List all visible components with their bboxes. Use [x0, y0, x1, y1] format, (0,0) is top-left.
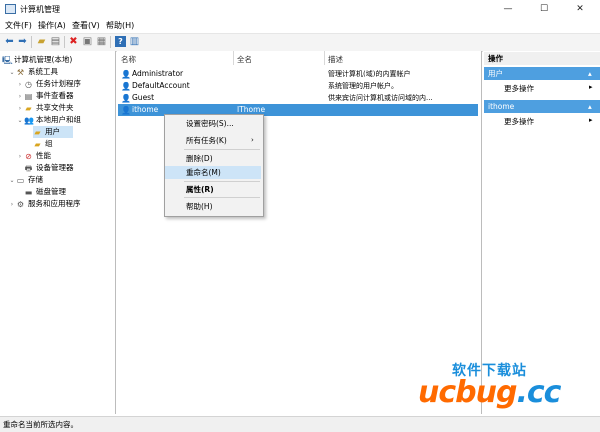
- cell-name: Administrator: [132, 69, 184, 78]
- user-icon: 👤: [121, 82, 131, 91]
- folder-icon: ▰: [34, 140, 41, 149]
- menu-item-all-tasks[interactable]: 所有任务(K) ›: [165, 134, 261, 147]
- status-text: 重命名当前所选内容。: [3, 420, 78, 429]
- disk-icon: ▬: [24, 188, 33, 197]
- menu-item-rename[interactable]: 重命名(M): [165, 166, 261, 179]
- services-icon: ⚙: [16, 200, 25, 209]
- column-fullname[interactable]: 全名: [237, 54, 252, 66]
- chevron-right-icon[interactable]: ▸: [589, 116, 593, 124]
- collapse-up-icon[interactable]: ▴: [588, 67, 592, 80]
- computer-icon: 🖳: [2, 56, 13, 65]
- tree-local-users[interactable]: ⌄👥 本地用户和组: [16, 114, 81, 126]
- column-divider[interactable]: [324, 51, 325, 65]
- tools-icon: ⚒: [16, 68, 25, 77]
- column-divider[interactable]: [233, 51, 234, 65]
- tree-storage[interactable]: ⌄ ▭ 存储: [8, 174, 43, 186]
- chevron-right-icon[interactable]: ›: [16, 151, 24, 163]
- device-manager-icon: 🖶: [24, 164, 33, 173]
- delete-icon[interactable]: ✖: [68, 36, 79, 47]
- minimize-button[interactable]: —: [490, 0, 526, 18]
- show-hide-icon[interactable]: ▥: [129, 36, 140, 47]
- cell-description: 系统管理的用户帐户。: [328, 82, 398, 90]
- tree-groups[interactable]: ▰ 组: [33, 138, 52, 150]
- user-icon: 👤: [121, 94, 131, 103]
- menu-view[interactable]: 查看(V): [72, 20, 100, 31]
- cell-name: DefaultAccount: [132, 81, 190, 90]
- menu-item-set-password[interactable]: 设置密码(S)...: [165, 117, 261, 130]
- storage-icon: ▭: [16, 176, 25, 185]
- window-title: 计算机管理: [20, 5, 60, 14]
- chevron-down-icon[interactable]: ⌄: [8, 67, 16, 79]
- actions-section-ithome[interactable]: ithome ▴: [484, 100, 600, 113]
- user-icon: 👤: [121, 106, 131, 115]
- close-button[interactable]: ✕: [562, 0, 598, 18]
- chevron-right-icon: ›: [251, 136, 254, 144]
- cell-name: ithome: [132, 105, 159, 114]
- tree-services[interactable]: › ⚙ 服务和应用程序: [8, 198, 81, 210]
- tree-device-manager[interactable]: 🖶 设备管理器: [24, 162, 74, 174]
- toolbar-separator: [64, 36, 65, 48]
- action-more-actions[interactable]: 更多操作: [504, 116, 534, 127]
- cell-name: Guest: [132, 93, 155, 102]
- back-icon[interactable]: ⬅: [4, 36, 15, 47]
- tree-users[interactable]: ▰ 用户: [33, 126, 73, 138]
- menu-item-help[interactable]: 帮助(H): [165, 200, 261, 213]
- tree-performance[interactable]: › ⊘ 性能: [16, 150, 51, 162]
- toolbar-separator: [31, 36, 32, 48]
- folder-icon: ▰: [34, 128, 41, 137]
- up-folder-icon[interactable]: ▰: [36, 36, 47, 47]
- tree-disk-management[interactable]: ▬ 磁盘管理: [24, 186, 66, 198]
- cell-description: 管理计算机(域)的内置帐户: [328, 70, 411, 78]
- forward-icon[interactable]: ➡: [17, 36, 28, 47]
- chevron-down-icon[interactable]: ⌄: [8, 175, 16, 187]
- menu-item-delete[interactable]: 删除(D): [165, 152, 261, 165]
- shared-folder-icon: ▰: [25, 104, 32, 113]
- app-icon: [5, 4, 16, 14]
- watermark-logo: ucbug.cc: [418, 375, 561, 410]
- help-icon[interactable]: ?: [115, 36, 126, 47]
- tree-root[interactable]: 🖳计算机管理(本地): [2, 54, 72, 66]
- export-icon[interactable]: ▦: [96, 36, 107, 47]
- toolbar-separator: [110, 36, 111, 48]
- performance-icon: ⊘: [25, 152, 32, 161]
- status-bar: [0, 416, 600, 432]
- users-group-icon: 👥: [24, 116, 34, 125]
- menu-action[interactable]: 操作(A): [38, 20, 66, 31]
- user-icon: 👤: [121, 70, 131, 79]
- chevron-down-icon[interactable]: ⌄: [16, 115, 24, 127]
- event-log-icon: ▤: [24, 92, 33, 101]
- column-name[interactable]: 名称: [121, 54, 136, 66]
- menu-separator: [184, 181, 260, 182]
- column-description[interactable]: 描述: [328, 54, 343, 66]
- menu-item-properties[interactable]: 属性(R): [165, 183, 261, 196]
- collapse-up-icon[interactable]: ▴: [588, 100, 592, 113]
- menu-help[interactable]: 帮助(H): [106, 20, 134, 31]
- refresh-icon[interactable]: ▣: [82, 36, 93, 47]
- cell-description: 供来宾访问计算机或访问域的内...: [328, 94, 433, 102]
- tree-system-tools[interactable]: ⌄ ⚒ 系统工具: [8, 66, 58, 78]
- tree-shared-folders[interactable]: › ▰ 共享文件夹: [16, 102, 74, 114]
- chevron-right-icon[interactable]: ›: [8, 199, 16, 211]
- menu-separator: [184, 197, 260, 198]
- tree-task-scheduler[interactable]: › ◷ 任务计划程序: [16, 78, 81, 90]
- menu-file[interactable]: 文件(F): [5, 20, 32, 31]
- chevron-right-icon[interactable]: ▸: [589, 83, 593, 91]
- action-more-actions[interactable]: 更多操作: [504, 83, 534, 94]
- actions-section-users[interactable]: 用户 ▴: [484, 67, 600, 80]
- actions-header: 操作: [484, 52, 600, 65]
- properties-icon[interactable]: ▤: [50, 36, 61, 47]
- tree-event-viewer[interactable]: › ▤ 事件查看器: [16, 90, 74, 102]
- clock-icon: ◷: [25, 80, 32, 89]
- maximize-button[interactable]: ☐: [526, 0, 562, 18]
- menu-separator: [184, 149, 260, 150]
